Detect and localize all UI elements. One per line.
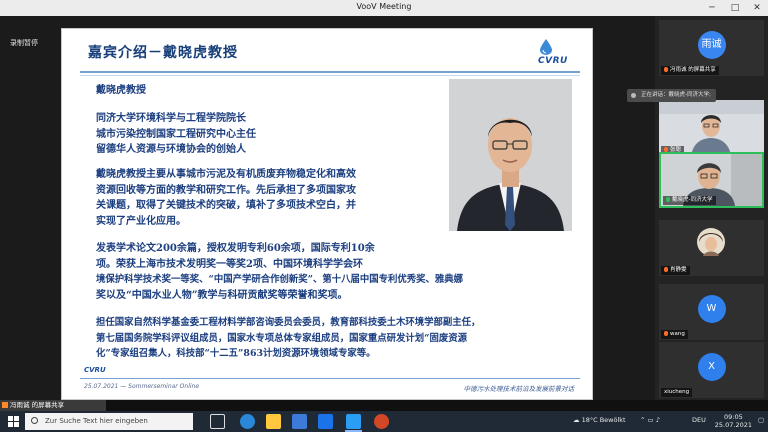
paragraph-line: 境保护科学技术奖一等奖、“中国产学研合作创新奖”、第十八届中国专利优秀奖、雅典娜 bbox=[96, 274, 464, 285]
paragraph-line: 项。荣获上海市技术发明奖一等奖2项、中国环境科学学会环 bbox=[96, 258, 363, 270]
title-divider bbox=[80, 71, 580, 73]
store-icon[interactable] bbox=[292, 414, 307, 429]
avatar: 雨诚 bbox=[697, 31, 726, 59]
maximize-icon[interactable]: □ bbox=[724, 0, 746, 16]
footer-date: 25.07.2021 — Sommerseminar Online bbox=[84, 383, 200, 390]
speaker-icon bbox=[631, 93, 636, 98]
taskbar-search-input[interactable]: Zur Suche Text hier eingeben bbox=[25, 413, 193, 430]
powerpoint-icon[interactable] bbox=[374, 414, 389, 429]
window-title: VooV Meeting bbox=[356, 2, 412, 11]
windows-taskbar: Zur Suche Text hier eingeben ☁ 18°C Bewö… bbox=[0, 411, 768, 432]
logo-text: CVRU bbox=[538, 56, 568, 66]
cloud-icon: ☁ bbox=[573, 416, 580, 424]
avatar: X bbox=[697, 353, 726, 381]
paragraph-line: 戴晓虎教授主要从事城市污泥及有机质废弃物稳定化和高效 bbox=[96, 169, 356, 180]
portrait-image bbox=[449, 79, 572, 231]
avatar: W bbox=[697, 295, 726, 323]
participant-name: 冯雨诚 的屏幕共享 bbox=[661, 66, 719, 75]
minimize-icon[interactable]: ─ bbox=[701, 0, 723, 16]
screen-share-status[interactable]: 冯雨诚 的屏幕共享 bbox=[0, 400, 106, 411]
mic-icon bbox=[666, 197, 670, 202]
participant-tile[interactable]: W wang bbox=[659, 284, 764, 340]
footer-divider bbox=[80, 378, 580, 379]
role-line: 同济大学环境科学与工程学院院长 bbox=[96, 113, 246, 124]
participant-name: 肖静雯 bbox=[661, 266, 690, 275]
paragraph-line: 发表学术论文200余篇，授权发明专利60余项，国际专利10余 bbox=[96, 243, 375, 254]
file-explorer-icon[interactable] bbox=[266, 414, 281, 429]
speaker-roles: 同济大学环境科学与工程学院院长 城市污染控制国家工程研究中心主任 留德华人资源与… bbox=[96, 111, 396, 158]
mic-icon bbox=[664, 67, 668, 72]
speaker-name: 戴晓虎教授 bbox=[96, 85, 146, 96]
notification-icon[interactable]: ▢ bbox=[758, 416, 764, 424]
share-screen-icon bbox=[2, 402, 8, 408]
participant-tile[interactable]: 雨诚 冯雨诚 的屏幕共享 bbox=[659, 20, 764, 76]
speaking-indicator: 正在讲话：戴晓虎-同济大学; bbox=[627, 89, 716, 102]
participant-tile-active-speaker[interactable]: 戴晓虎-同济大学 bbox=[659, 152, 764, 208]
close-icon[interactable]: ✕ bbox=[746, 0, 768, 16]
participant-name: xiucheng bbox=[661, 388, 693, 397]
participant-panel[interactable]: 雨诚 冯雨诚 的屏幕共享 张聪 戴晓虎-同济大学 肖静雯 W wang X xi… bbox=[655, 16, 768, 400]
footer-brand: CVRU bbox=[84, 366, 106, 374]
weather-widget[interactable]: ☁ 18°C Bewölkt bbox=[573, 416, 626, 424]
system-clock[interactable]: 09:05 25.07.2021 bbox=[715, 413, 752, 429]
footer-seminar-title: 中德污水处理技术前沿及发展前景对话 bbox=[463, 385, 575, 393]
slide-title: 嘉宾介绍－戴晓虎教授 bbox=[88, 45, 238, 61]
clock-time: 09:05 bbox=[724, 413, 743, 421]
service-paragraph: 担任国家自然科学基金委工程材料学部咨询委员会委员，教育部科技委土木环境学部副主任… bbox=[96, 315, 568, 362]
chevron-up-icon[interactable]: ⌃ bbox=[640, 416, 645, 424]
mail-icon[interactable] bbox=[318, 414, 333, 429]
paragraph-line: 化”专家组召集人，科技部“十二五”863计划资源环境领域专家等。 bbox=[96, 348, 376, 359]
paragraph-line: 第七届国务院学科评议组成员，国家水专项总体专家组成员，国家重点研发计划“固废资源 bbox=[96, 332, 468, 344]
paragraph-line: 奖以及“中国水业人物”教学与科研贡献奖等荣誉和奖项。 bbox=[96, 289, 348, 301]
task-view-icon[interactable] bbox=[210, 414, 225, 429]
participant-tile[interactable]: 张聪 bbox=[659, 100, 764, 156]
role-line: 城市污染控制国家工程研究中心主任 bbox=[96, 128, 256, 140]
window-titlebar: VooV Meeting ─ □ ✕ bbox=[0, 0, 768, 16]
role-line: 留德华人资源与环境协会的创始人 bbox=[96, 144, 246, 155]
participant-name: 戴晓虎-同济大学 bbox=[663, 196, 716, 205]
mic-icon bbox=[664, 267, 668, 272]
participant-tile[interactable]: X xiucheng bbox=[659, 342, 764, 398]
edge-browser-icon[interactable] bbox=[240, 414, 255, 429]
paragraph-line: 担任国家自然科学基金委工程材料学部咨询委员会委员，教育部科技委土木环境学部副主任… bbox=[96, 317, 481, 328]
speaker-photo bbox=[449, 79, 572, 231]
tray-icons[interactable]: ⌃ ▭ ♪ bbox=[640, 416, 660, 424]
cvru-logo: CVRU bbox=[534, 39, 574, 71]
search-icon bbox=[31, 417, 38, 424]
participant-name: wang bbox=[661, 330, 688, 339]
volume-icon[interactable]: ♪ bbox=[656, 416, 660, 424]
mic-icon bbox=[664, 331, 668, 336]
input-language[interactable]: DEU bbox=[692, 416, 706, 424]
water-drop-icon bbox=[540, 39, 552, 55]
achievement-paragraph: 发表学术论文200余篇，授权发明专利60余项，国际专利10余 项。荣获上海市技术… bbox=[96, 241, 464, 303]
clock-date: 25.07.2021 bbox=[714, 421, 752, 429]
recording-pause-label[interactable]: 录制暂停 bbox=[10, 38, 38, 48]
paragraph-line: 资源回收等方面的教学和研究工作。先后承担了多项国家攻 bbox=[96, 184, 356, 196]
title-divider-thin bbox=[80, 75, 580, 76]
paragraph-line: 关课题，取得了关键技术的突破，填补了多项技术空白，并 bbox=[96, 200, 356, 211]
voov-meeting-icon[interactable] bbox=[346, 414, 361, 429]
windows-start-icon[interactable] bbox=[8, 416, 19, 427]
research-paragraph: 戴晓虎教授主要从事城市污泥及有机质废弃物稳定化和高效 资源回收等方面的教学和研究… bbox=[96, 167, 416, 229]
participant-tile[interactable]: 肖静雯 bbox=[659, 220, 764, 276]
shared-slide: 嘉宾介绍－戴晓虎教授 CVRU 戴晓虎教授 同济大学环境科学与工程学院院长 城市… bbox=[61, 28, 593, 400]
network-icon[interactable]: ▭ bbox=[648, 416, 654, 424]
paragraph-line: 实现了产业化应用。 bbox=[96, 215, 186, 227]
